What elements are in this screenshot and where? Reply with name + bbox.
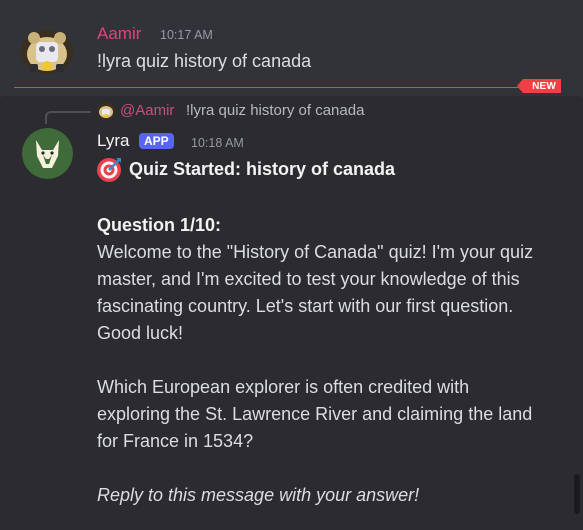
avatar-aamir[interactable] <box>16 16 78 78</box>
author-name-aamir[interactable]: Aamir <box>97 23 141 45</box>
quiz-title: Quiz Started: history of canada <box>129 159 396 179</box>
reply-instruction: Reply to this message with your answer! <box>97 485 420 505</box>
message-timestamp[interactable]: 10:18 AM <box>191 135 244 151</box>
message-content: !lyra quiz history of canada <box>97 51 312 71</box>
avatar-lyra[interactable] <box>22 128 73 179</box>
author-name-lyra[interactable]: Lyra <box>97 130 129 152</box>
new-messages-divider: NEW <box>0 79 583 93</box>
question-text: Which European explorer is often credite… <box>97 377 533 451</box>
target-icon <box>96 155 124 183</box>
reply-spine <box>45 111 91 124</box>
question-heading: Question 1/10: <box>97 215 222 235</box>
quiz-intro: Welcome to the "History of Canada" quiz!… <box>97 242 534 343</box>
message-aamir[interactable]: Aamir 10:17 AM !lyra quiz history of can… <box>0 0 583 86</box>
new-badge: NEW <box>517 79 561 93</box>
reply-avatar-icon[interactable] <box>97 102 115 120</box>
app-badge: APP <box>139 133 174 149</box>
message-body: Question 1/10: Welcome to the "History o… <box>97 212 547 509</box>
chat-view: Aamir 10:17 AM !lyra quiz history of can… <box>0 0 583 530</box>
scrollbar[interactable] <box>574 474 580 514</box>
reply-author[interactable]: @Aamir <box>120 102 174 120</box>
message-timestamp[interactable]: 10:17 AM <box>160 27 213 43</box>
divider-line <box>14 87 525 88</box>
reply-preview-text[interactable]: !lyra quiz history of canada <box>186 102 364 120</box>
message-lyra[interactable]: @Aamir !lyra quiz history of canada Lyra… <box>0 96 583 530</box>
